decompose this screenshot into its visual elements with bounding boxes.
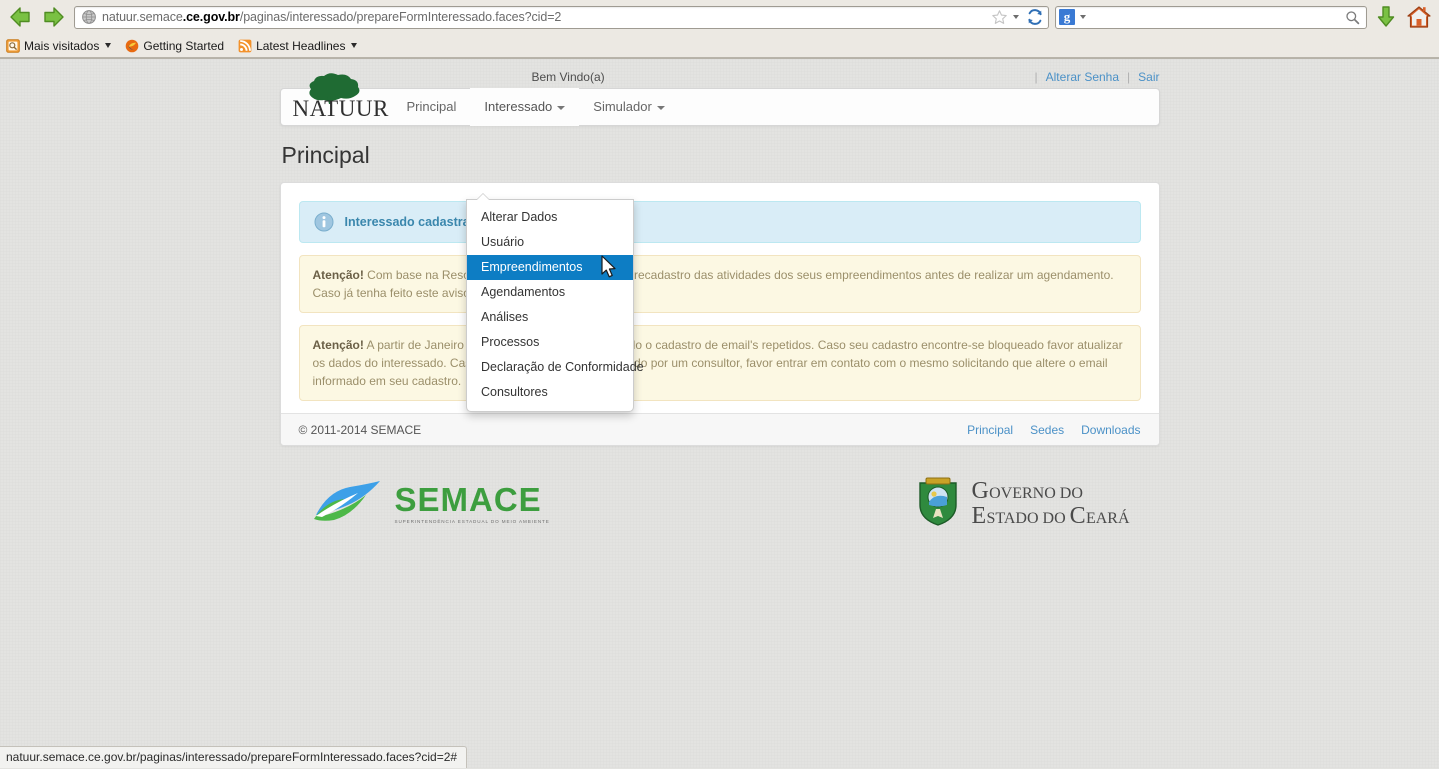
firefox-icon — [125, 39, 139, 53]
gov-word-overno: OVERNO — [989, 484, 1056, 502]
semace-logo: SEMACE SUPERINTENDÊNCIA ESTADUAL DO MEIO… — [310, 475, 550, 532]
google-search-engine-icon[interactable]: g — [1059, 9, 1075, 25]
menu-item-consultores[interactable]: Consultores — [467, 380, 633, 405]
bookmark-latest-headlines[interactable]: Latest Headlines — [238, 38, 358, 53]
browser-chrome: natuur.semace.ce.gov.br/paginas/interess… — [0, 0, 1439, 59]
ceara-coat-of-arms-icon — [915, 475, 961, 532]
menu-item-processos[interactable]: Processos — [467, 330, 633, 355]
card-footer: © 2011-2014 SEMACE Principal Sedes Downl… — [280, 413, 1159, 445]
chevron-down-icon — [656, 106, 665, 110]
change-password-link[interactable]: Alterar Senha — [1046, 70, 1119, 84]
menu-item-agendamentos[interactable]: Agendamentos — [467, 280, 633, 305]
content-card: Interessado cadastrado Atenção! Com base… — [279, 182, 1160, 446]
warning-strong: Atenção! — [312, 338, 364, 352]
nav-item-interessado[interactable]: Interessado — [470, 88, 580, 126]
gov-word-eara: EARÁ — [1085, 509, 1130, 527]
search-icon[interactable] — [1345, 10, 1360, 25]
rss-feed-icon — [238, 39, 252, 53]
gov-line-2: ESTADO DO CEARÁ — [971, 502, 1130, 529]
back-arrow-icon[interactable] — [6, 3, 34, 31]
menu-item-usuario[interactable]: Usuário — [467, 230, 633, 255]
nav-item-principal[interactable]: Principal — [393, 88, 471, 126]
menu-item-declaracao-conformidade[interactable]: Declaração de Conformidade — [467, 355, 644, 380]
gov-cap-e: E — [971, 502, 987, 529]
gov-cap-c: C — [1069, 502, 1086, 529]
bookmark-getting-started[interactable]: Getting Started — [125, 39, 224, 53]
footer-link-principal[interactable]: Principal — [967, 423, 1013, 437]
interessado-dropdown-menu: Alterar Dados Usuário Empreendimentos Ag… — [466, 193, 644, 412]
brand-wordmark: NATUUR — [292, 96, 389, 121]
menu-item-analises[interactable]: Análises — [467, 305, 633, 330]
downloads-icon[interactable] — [1373, 4, 1399, 30]
gov-word-do: DO — [1059, 484, 1083, 502]
gov-word-stado: STADO — [986, 509, 1039, 527]
page-viewport: Bem Vindo(a) | Alterar Senha | Sair NATU… — [0, 59, 1439, 768]
chevron-down-icon — [557, 106, 566, 110]
warning-strong: Atenção! — [312, 268, 364, 282]
search-engine-caret-icon[interactable] — [1080, 15, 1086, 19]
home-icon[interactable] — [1405, 3, 1433, 31]
url-text: natuur.semace.ce.gov.br/paginas/interess… — [102, 10, 991, 24]
menu-item-empreendimentos[interactable]: Empreendimentos — [467, 255, 633, 280]
utility-bar: Bem Vindo(a) | Alterar Senha | Sair — [280, 59, 1160, 85]
warning-text: Com base na Resolução que precisará ser … — [312, 268, 1114, 300]
bookmarks-toolbar: Mais visitados Getting Started Latest He… — [0, 34, 1439, 58]
urlbar-dropdown-caret-icon[interactable] — [1013, 15, 1019, 19]
reload-icon[interactable] — [1024, 8, 1044, 26]
utility-separator: | — [1034, 69, 1038, 84]
info-alert: Interessado cadastrado — [298, 201, 1141, 243]
footer-links: Principal Sedes Downloads — [967, 423, 1140, 437]
nav-item-simulador[interactable]: Simulador — [579, 88, 679, 126]
chevron-down-icon[interactable] — [105, 43, 112, 48]
chevron-down-icon[interactable] — [351, 43, 358, 48]
utility-links: | Alterar Senha | Sair — [1035, 70, 1160, 84]
bookmark-star-icon[interactable] — [991, 9, 1008, 26]
governo-ceara-logo: GOVERNO DO ESTADO DO CEARÁ — [915, 475, 1130, 532]
status-bar: natuur.semace.ce.gov.br/paginas/interess… — [0, 746, 468, 768]
bookmark-label: Latest Headlines — [256, 38, 346, 53]
search-input[interactable] — [1091, 10, 1345, 24]
bookmark-label: Getting Started — [143, 38, 225, 53]
gov-word-do-2: DO — [1042, 509, 1066, 527]
gov-line-1: GOVERNO DO — [971, 477, 1129, 504]
search-bar[interactable]: g — [1055, 5, 1367, 29]
copyright-text: © 2011-2014 SEMACE — [298, 422, 422, 437]
info-alert-text: Interessado cadastrado — [344, 215, 485, 229]
bottom-logos: SEMACE SUPERINTENDÊNCIA ESTADUAL DO MEIO… — [280, 475, 1160, 532]
url-path: /paginas/interessado/prepareFormInteress… — [239, 10, 562, 24]
semace-tagline: SUPERINTENDÊNCIA ESTADUAL DO MEIO AMBIEN… — [394, 519, 550, 524]
nav-item-label: Interessado — [484, 99, 553, 114]
nav-item-label: Simulador — [593, 99, 652, 114]
url-prefix: natuur.semace — [102, 10, 183, 24]
info-circle-icon — [314, 212, 334, 232]
gov-cap-g: G — [971, 477, 990, 504]
logout-link[interactable]: Sair — [1138, 70, 1159, 84]
url-host: .ce.gov.br — [182, 10, 240, 24]
semace-mark-icon — [310, 475, 388, 532]
warning-text: A partir de Janeiro de 2014 não será mai… — [312, 338, 1123, 388]
page-title: Principal — [281, 142, 370, 168]
bookmark-label: Mais visitados — [24, 38, 100, 53]
warning-alert-2: Atenção! A partir de Janeiro de 2014 não… — [298, 325, 1141, 401]
utility-separator: | — [1127, 69, 1131, 84]
brand-logo[interactable]: NATUUR — [292, 73, 393, 126]
gov-wordmark: GOVERNO DO ESTADO DO CEARÁ — [971, 477, 1130, 529]
footer-link-sedes[interactable]: Sedes — [1030, 423, 1064, 437]
menu-item-alterar-dados[interactable]: Alterar Dados — [467, 205, 633, 230]
globe-icon — [81, 9, 97, 25]
url-bar[interactable]: natuur.semace.ce.gov.br/paginas/interess… — [74, 5, 1049, 29]
forward-arrow-icon[interactable] — [40, 3, 68, 31]
browser-toolbar: natuur.semace.ce.gov.br/paginas/interess… — [0, 0, 1439, 34]
bookmark-mais-visitados[interactable]: Mais visitados — [6, 38, 112, 53]
footer-link-downloads[interactable]: Downloads — [1081, 423, 1140, 437]
semace-wordmark: SEMACE — [394, 481, 542, 518]
welcome-text: Bem Vindo(a) — [531, 69, 605, 84]
warning-alert-1: Atenção! Com base na Resolução que preci… — [298, 255, 1141, 313]
main-navbar: NATUUR Principal Interessado Simulador — [279, 73, 1160, 126]
nav-item-label: Principal — [406, 99, 457, 114]
most-visited-icon — [6, 38, 20, 53]
